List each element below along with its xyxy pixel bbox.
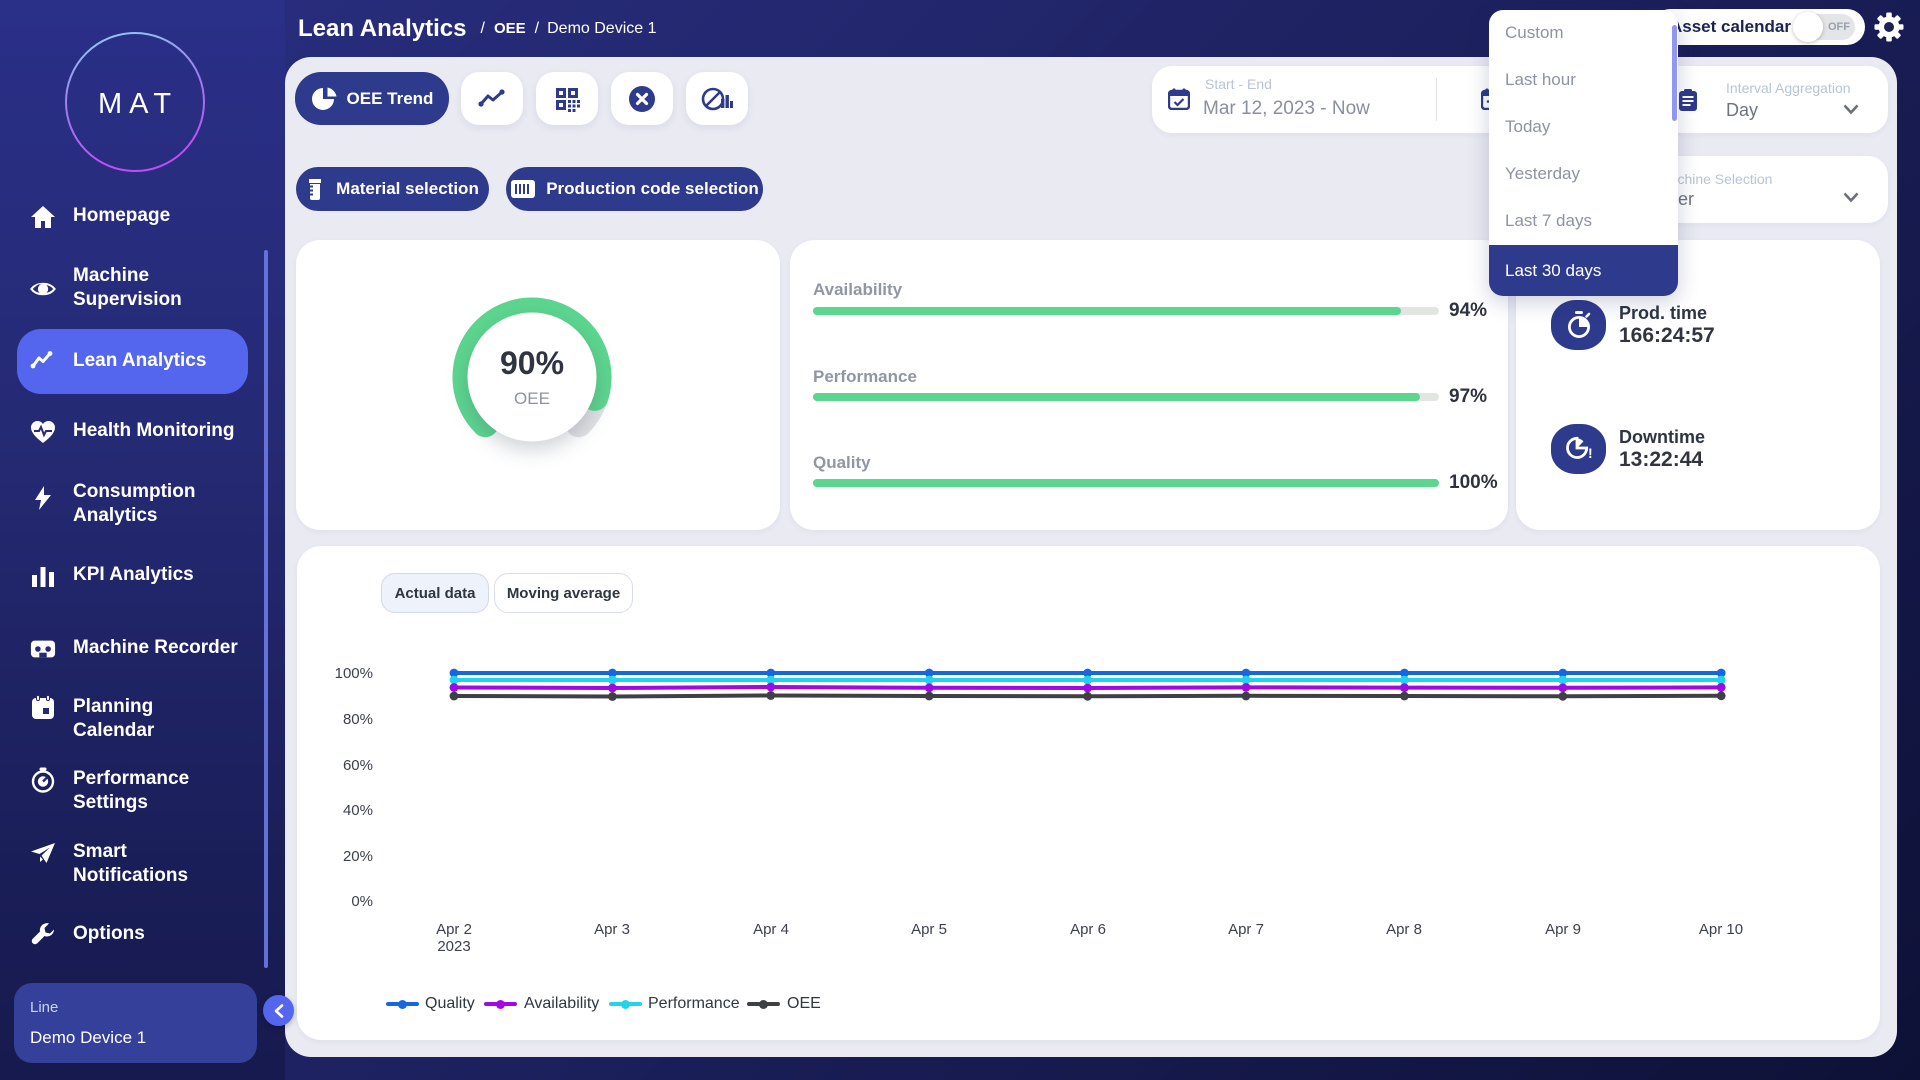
svg-text:90%: 90%	[500, 345, 564, 381]
svg-text:!: !	[1588, 445, 1593, 461]
svg-text:OEE: OEE	[514, 389, 550, 408]
svg-text:MAT: MAT	[98, 88, 178, 120]
